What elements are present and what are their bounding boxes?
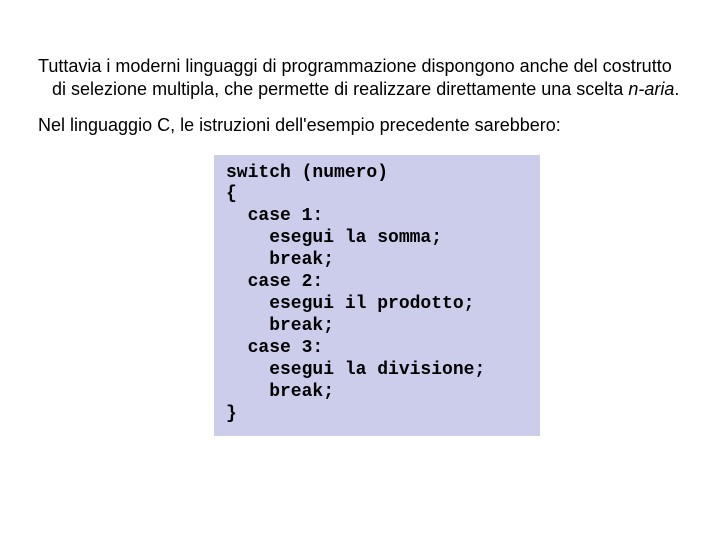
paragraph-1-text-a: Tuttavia i moderni linguaggi di programm… <box>38 56 672 99</box>
paragraph-1-text-b: . <box>674 79 679 99</box>
paragraph-1: Tuttavia i moderni linguaggi di programm… <box>38 55 682 100</box>
paragraph-1-italic: n-aria <box>628 79 674 99</box>
paragraph-2: Nel linguaggio C, le istruzioni dell'ese… <box>38 114 682 137</box>
code-block: switch (numero) { case 1: esegui la somm… <box>214 155 540 436</box>
slide-page: Tuttavia i moderni linguaggi di programm… <box>0 0 720 436</box>
paragraph-2-text: Nel linguaggio C, le istruzioni dell'ese… <box>38 115 561 135</box>
